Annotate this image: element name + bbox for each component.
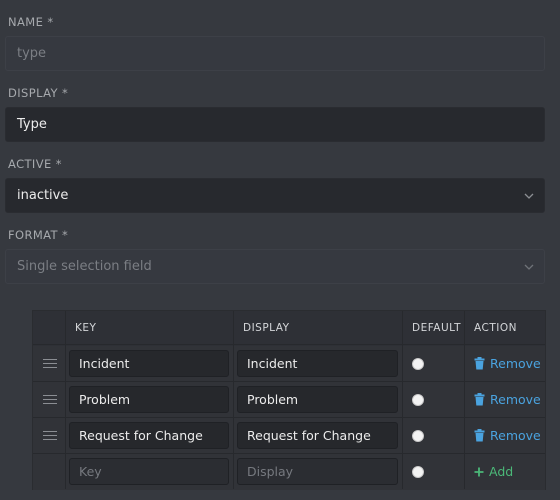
name-input[interactable]: type — [5, 36, 545, 71]
format-placeholder: Single selection field — [17, 259, 152, 274]
trash-icon — [474, 393, 485, 406]
remove-button[interactable]: Remove — [474, 356, 541, 371]
active-label: ACTIVE * — [8, 157, 62, 171]
active-value: inactive — [17, 188, 69, 203]
header-display: DISPLAY — [243, 322, 290, 334]
remove-label: Remove — [490, 392, 541, 407]
drag-handle-icon[interactable] — [43, 359, 57, 369]
trash-icon — [474, 357, 485, 370]
new-display-input[interactable]: Display — [237, 458, 398, 485]
key-input[interactable]: Request for Change — [69, 422, 229, 449]
remove-button[interactable]: Remove — [474, 392, 541, 407]
key-input[interactable]: Incident — [69, 350, 229, 377]
default-radio[interactable] — [412, 466, 424, 478]
new-key-placeholder: Key — [79, 464, 102, 479]
chevron-down-icon — [523, 190, 535, 202]
chevron-down-icon — [523, 261, 535, 273]
remove-label: Remove — [490, 428, 541, 443]
display-input[interactable]: Problem — [237, 386, 398, 413]
remove-button[interactable]: Remove — [474, 428, 541, 443]
format-label: FORMAT * — [8, 228, 69, 242]
new-row: Key Display Add — [33, 454, 545, 490]
column-divider — [65, 311, 66, 489]
drag-handle-icon[interactable] — [43, 395, 57, 405]
new-display-placeholder: Display — [247, 464, 294, 479]
options-table: KEY DISPLAY DEFAULT ACTION Incident Inci… — [32, 310, 546, 490]
display-input[interactable]: Request for Change — [237, 422, 398, 449]
drag-handle-icon[interactable] — [43, 431, 57, 441]
new-key-input[interactable]: Key — [69, 458, 229, 485]
active-select[interactable]: inactive — [5, 178, 545, 213]
display-input[interactable]: Incident — [237, 350, 398, 377]
plus-icon — [474, 467, 484, 476]
table-header: KEY DISPLAY DEFAULT ACTION — [33, 311, 545, 345]
header-default: DEFAULT — [412, 322, 461, 334]
header-key: KEY — [75, 322, 97, 334]
remove-label: Remove — [490, 356, 541, 371]
default-radio[interactable] — [412, 394, 424, 406]
header-action: ACTION — [474, 322, 517, 334]
display-input[interactable]: Type — [5, 107, 545, 142]
display-value: Type — [17, 117, 47, 132]
add-label: Add — [489, 464, 514, 479]
table-row: Request for Change Request for Change Re… — [33, 418, 545, 454]
display-label: DISPLAY * — [8, 86, 69, 100]
column-divider — [464, 311, 465, 489]
name-label: NAME * — [8, 15, 54, 29]
default-radio[interactable] — [412, 430, 424, 442]
table-row: Problem Problem Remove — [33, 382, 545, 418]
trash-icon — [474, 429, 485, 442]
column-divider — [233, 311, 234, 489]
key-input[interactable]: Problem — [69, 386, 229, 413]
name-placeholder: type — [17, 46, 47, 61]
table-row: Incident Incident Remove — [33, 346, 545, 382]
add-button[interactable]: Add — [474, 464, 513, 479]
default-radio[interactable] — [412, 358, 424, 370]
column-divider — [402, 311, 403, 489]
format-select[interactable]: Single selection field — [5, 249, 545, 284]
